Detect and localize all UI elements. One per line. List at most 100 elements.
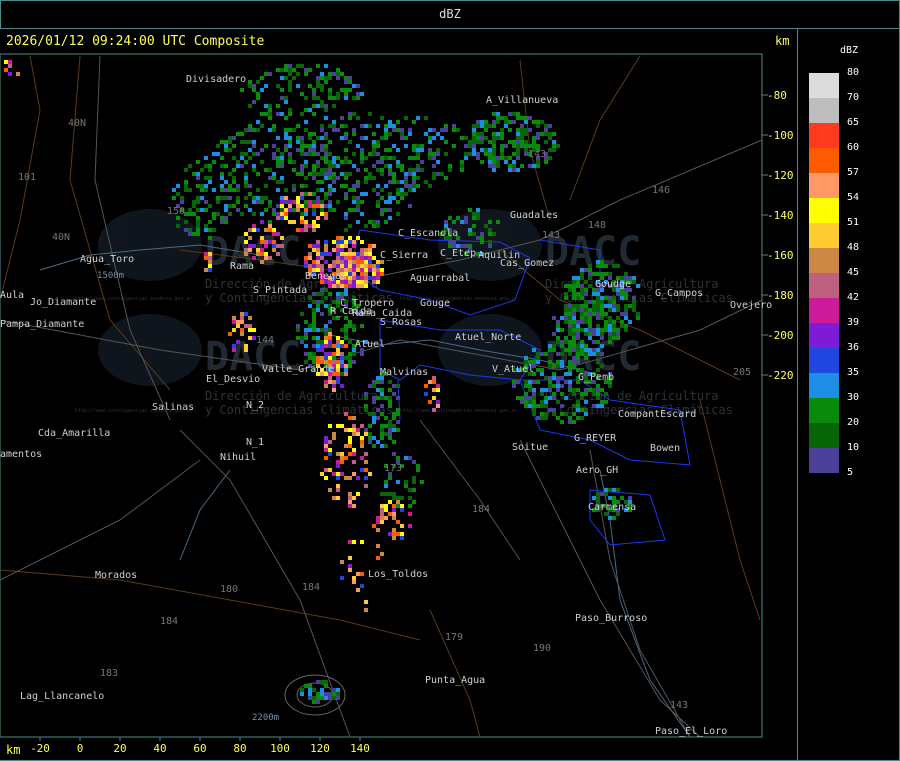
echo-pixel <box>312 208 316 212</box>
echo-pixel <box>272 172 276 176</box>
echo-pixel <box>276 204 280 208</box>
echo-pixel <box>236 132 240 136</box>
echo-pixel <box>344 132 348 136</box>
echo-pixel <box>340 252 344 256</box>
echo-pixel <box>308 224 312 228</box>
echo-pixel <box>520 396 524 400</box>
echo-pixel <box>348 140 352 144</box>
echo-pixel <box>588 300 592 304</box>
echo-pixel <box>236 184 240 188</box>
echo-pixel <box>328 344 332 348</box>
echo-pixel <box>412 180 416 184</box>
echo-pixel <box>312 228 316 232</box>
echo-pixel <box>476 212 480 216</box>
echo-pixel <box>504 120 508 124</box>
echo-pixel <box>304 128 308 132</box>
echo-pixel <box>392 144 396 148</box>
echo-pixel <box>580 352 584 356</box>
echo-pixel <box>404 172 408 176</box>
place-label: Rama_Caida <box>352 308 412 319</box>
legend-swatch <box>809 273 839 298</box>
echo-pixel <box>284 64 288 68</box>
y-tick-label: -200 <box>767 329 794 342</box>
legend-swatch <box>809 298 839 323</box>
echo-pixel <box>352 268 356 272</box>
echo-pixel <box>384 504 388 508</box>
echo-pixel <box>340 124 344 128</box>
echo-pixel <box>312 344 316 348</box>
echo-pixel <box>612 332 616 336</box>
echo-pixel <box>364 432 368 436</box>
echo-pixel <box>204 208 208 212</box>
echo-pixel <box>296 72 300 76</box>
echo-pixel <box>252 128 256 132</box>
echo-pixel <box>252 100 256 104</box>
echo-pixel <box>244 324 248 328</box>
place-label: Atuel_Norte <box>455 332 521 343</box>
echo-pixel <box>320 136 324 140</box>
route-label: 179 <box>445 632 463 643</box>
echo-pixel <box>316 76 320 80</box>
echo-pixel <box>392 424 396 428</box>
echo-pixel <box>364 192 368 196</box>
echo-pixel <box>568 304 572 308</box>
echo-pixel <box>304 228 308 232</box>
echo-pixel <box>216 152 220 156</box>
place-label: Carmensa <box>588 502 636 513</box>
echo-pixel <box>532 164 536 168</box>
echo-pixel <box>560 340 564 344</box>
echo-pixel <box>488 220 492 224</box>
echo-pixel <box>368 472 372 476</box>
echo-pixel <box>316 692 320 696</box>
echo-pixel <box>520 144 524 148</box>
echo-pixel <box>588 284 592 288</box>
echo-pixel <box>228 188 232 192</box>
echo-pixel <box>304 328 308 332</box>
place-label: Cda_Amarilla <box>38 428 110 439</box>
echo-pixel <box>292 200 296 204</box>
echo-pixel <box>228 212 232 216</box>
echo-pixel <box>524 116 528 120</box>
echo-pixel <box>400 508 404 512</box>
echo-pixel <box>412 480 416 484</box>
echo-pixel <box>228 196 232 200</box>
echo-pixel <box>508 120 512 124</box>
echo-pixel <box>312 112 316 116</box>
echo-pixel <box>324 252 328 256</box>
echo-pixel <box>576 360 580 364</box>
echo-pixel <box>500 116 504 120</box>
echo-pixel <box>344 328 348 332</box>
echo-pixel <box>584 408 588 412</box>
echo-pixel <box>512 144 516 148</box>
echo-pixel <box>248 248 252 252</box>
echo-pixel <box>336 96 340 100</box>
echo-pixel <box>388 216 392 220</box>
echo-pixel <box>320 200 324 204</box>
echo-pixel <box>344 92 348 96</box>
echo-pixel <box>372 380 376 384</box>
echo-pixel <box>328 452 332 456</box>
echo-pixel <box>336 92 340 96</box>
echo-pixel <box>312 220 316 224</box>
echo-pixel <box>492 148 496 152</box>
echo-pixel <box>428 380 432 384</box>
echo-pixel <box>552 408 556 412</box>
echo-pixel <box>576 388 580 392</box>
echo-pixel <box>500 156 504 160</box>
echo-pixel <box>632 308 636 312</box>
echo-pixel <box>576 416 580 420</box>
radar-map[interactable]: DACC DACC DACC DACC Dirección de Agricul… <box>0 0 900 761</box>
echo-pixel <box>224 208 228 212</box>
echo-pixel <box>312 264 316 268</box>
echo-pixel <box>472 136 476 140</box>
echo-pixel <box>260 124 264 128</box>
echo-pixel <box>224 164 228 168</box>
echo-pixel <box>340 364 344 368</box>
echo-pixel <box>596 264 600 268</box>
echo-pixel <box>356 492 360 496</box>
echo-pixel <box>480 148 484 152</box>
echo-pixel <box>248 124 252 128</box>
echo-pixel <box>316 308 320 312</box>
echo-pixel <box>436 388 440 392</box>
echo-pixel <box>492 164 496 168</box>
